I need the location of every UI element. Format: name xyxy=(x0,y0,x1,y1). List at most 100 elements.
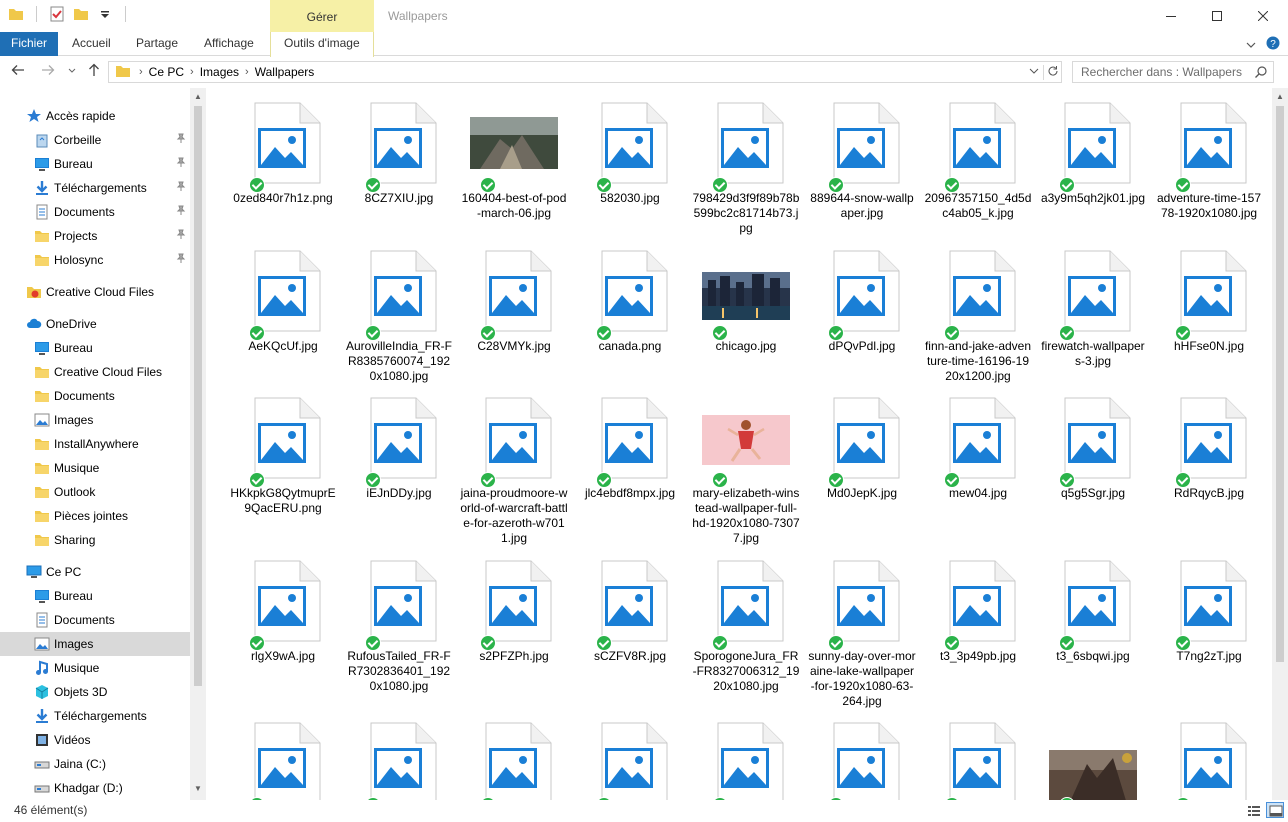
content-scrollbar[interactable]: ▲ xyxy=(1272,88,1288,800)
up-button[interactable] xyxy=(86,63,102,81)
sidebar-item-jaina-c[interactable]: Jaina (C:) xyxy=(0,752,190,776)
file-item[interactable]: 20967357150_4d5dc4ab05_k.jpg xyxy=(924,88,1032,236)
file-item[interactable]: rlgX9wA.jpg xyxy=(229,546,337,694)
file-item[interactable]: T7ng2zT.jpg xyxy=(1155,546,1263,694)
sidebar-item-bureau[interactable]: Bureau xyxy=(0,584,190,608)
pin-icon[interactable] xyxy=(176,157,186,170)
sidebar-item-images[interactable]: Images xyxy=(0,408,190,432)
sidebar-item-sharing[interactable]: Sharing xyxy=(0,528,190,552)
sidebar-item-bureau[interactable]: Bureau xyxy=(0,152,190,176)
tab-share[interactable]: Partage xyxy=(124,32,190,56)
file-item[interactable]: canada.png xyxy=(576,236,684,384)
file-item[interactable]: jlc4ebdf8mpx.jpg xyxy=(576,383,684,531)
file-item[interactable] xyxy=(576,708,684,800)
tab-home[interactable]: Accueil xyxy=(60,32,123,56)
address-bar[interactable]: › Ce PC › Images › Wallpapers xyxy=(108,61,1062,83)
file-item[interactable]: 8CZ7XIU.jpg xyxy=(345,88,453,236)
file-item[interactable]: AurovilleIndia_FR-FR8385760074_1920x1080… xyxy=(345,236,453,384)
file-item[interactable]: C28VMYk.jpg xyxy=(460,236,568,384)
minimize-button[interactable] xyxy=(1148,0,1194,32)
sidebar-item-projects[interactable]: Projects xyxy=(0,224,190,248)
sidebar-item-documents[interactable]: Documents xyxy=(0,200,190,224)
file-item[interactable]: hHFse0N.jpg xyxy=(1155,236,1263,384)
file-item[interactable] xyxy=(460,708,568,800)
search-icon[interactable] xyxy=(1254,65,1268,85)
file-item[interactable]: a3y9m5qh2jk01.jpg xyxy=(1039,88,1147,236)
sidebar-item-holosync[interactable]: Holosync xyxy=(0,248,190,272)
forward-button[interactable] xyxy=(40,63,56,81)
scroll-up-arrow-icon[interactable]: ▲ xyxy=(1275,92,1285,101)
file-item[interactable] xyxy=(692,708,800,800)
file-item[interactable]: adventure-time-15778-1920x1080.jpg xyxy=(1155,88,1263,236)
file-item[interactable]: iEJnDDy.jpg xyxy=(345,383,453,531)
sidebar-item-musique[interactable]: Musique xyxy=(0,456,190,480)
sidebar-item-t-l-chargements[interactable]: Téléchargements xyxy=(0,176,190,200)
sidebar-item-documents[interactable]: Documents xyxy=(0,384,190,408)
details-view-button[interactable] xyxy=(1244,802,1262,818)
file-item[interactable]: RdRqycB.jpg xyxy=(1155,383,1263,531)
file-item[interactable] xyxy=(1155,708,1263,800)
pin-icon[interactable] xyxy=(176,253,186,266)
file-item[interactable]: chicago.jpg xyxy=(692,236,800,384)
pin-icon[interactable] xyxy=(176,229,186,242)
file-item[interactable]: RufousTailed_FR-FR7302836401_1920x1080.j… xyxy=(345,546,453,694)
close-button[interactable] xyxy=(1240,0,1286,32)
breadcrumb-separator[interactable]: › xyxy=(245,66,249,78)
file-item[interactable]: firewatch-wallpapers-3.jpg xyxy=(1039,236,1147,384)
scroll-down-arrow-icon[interactable]: ▼ xyxy=(193,784,203,793)
help-icon[interactable]: ? xyxy=(1266,36,1280,53)
customize-toolbar-icon[interactable] xyxy=(97,6,113,22)
search-box[interactable]: Rechercher dans : Wallpapers xyxy=(1072,61,1274,83)
sidebar-item-ce-pc[interactable]: Ce PC xyxy=(0,560,190,584)
breadcrumb-separator[interactable]: › xyxy=(190,66,194,78)
scroll-up-arrow-icon[interactable]: ▲ xyxy=(193,92,203,101)
new-folder-icon[interactable] xyxy=(73,6,89,22)
file-item[interactable]: t3_3p49pb.jpg xyxy=(924,546,1032,694)
file-item[interactable]: 889644-snow-wallpaper.jpg xyxy=(808,88,916,236)
properties-icon[interactable] xyxy=(49,6,65,22)
pin-icon[interactable] xyxy=(176,133,186,146)
manage-contextual-tab[interactable]: Gérer xyxy=(270,0,374,32)
sidebar-item-bureau[interactable]: Bureau xyxy=(0,336,190,360)
breadcrumb-separator[interactable]: › xyxy=(139,66,143,78)
tab-view[interactable]: Affichage xyxy=(192,32,266,56)
maximize-button[interactable] xyxy=(1194,0,1240,32)
breadcrumb-wallpapers[interactable]: Wallpapers xyxy=(255,65,315,79)
pin-icon[interactable] xyxy=(176,181,186,194)
file-item[interactable]: 0zed840r7h1z.png xyxy=(229,88,337,236)
back-button[interactable] xyxy=(10,63,26,81)
sidebar-item-objets-3d[interactable]: Objets 3D xyxy=(0,680,190,704)
sidebar-item-onedrive[interactable]: OneDrive xyxy=(0,312,190,336)
sidebar-item-t-l-chargements[interactable]: Téléchargements xyxy=(0,704,190,728)
large-icons-view-button[interactable] xyxy=(1266,802,1284,818)
expand-ribbon-icon[interactable] xyxy=(1246,38,1256,52)
tab-file[interactable]: Fichier xyxy=(0,32,58,56)
sidebar-item-images[interactable]: Images xyxy=(0,632,190,656)
file-item[interactable]: t3_6sbqwi.jpg xyxy=(1039,546,1147,694)
refresh-icon[interactable] xyxy=(1043,64,1061,80)
file-item[interactable]: sCZFV8R.jpg xyxy=(576,546,684,694)
file-item[interactable] xyxy=(345,708,453,800)
file-item[interactable]: dPQvPdl.jpg xyxy=(808,236,916,384)
breadcrumb-ce-pc[interactable]: Ce PC xyxy=(149,65,184,79)
sidebar-item-installanywhere[interactable]: InstallAnywhere xyxy=(0,432,190,456)
file-item[interactable]: mew04.jpg xyxy=(924,383,1032,531)
file-item[interactable]: s2PFZPh.jpg xyxy=(460,546,568,694)
sidebar-item-musique[interactable]: Musique xyxy=(0,656,190,680)
file-item[interactable]: 582030.jpg xyxy=(576,88,684,236)
file-item[interactable]: Md0JepK.jpg xyxy=(808,383,916,531)
pin-icon[interactable] xyxy=(176,205,186,218)
search-input[interactable]: Rechercher dans : Wallpapers xyxy=(1081,65,1242,79)
file-item[interactable]: jaina-proudmoore-world-of-warcraft-battl… xyxy=(460,383,568,545)
sidebar-item-pi-ces-jointes[interactable]: Pièces jointes xyxy=(0,504,190,528)
file-item[interactable]: finn-and-jake-adventure-time-16196-1920x… xyxy=(924,236,1032,384)
sidebar-scroll-thumb[interactable] xyxy=(194,106,202,686)
sidebar-item-creative-cloud-files[interactable]: Creative Cloud Files xyxy=(0,360,190,384)
file-item[interactable]: 798429d3f9f89b78b599bc2c81714b73.jpg xyxy=(692,88,800,236)
sidebar-item-creative-cloud-files[interactable]: Creative Cloud Files xyxy=(0,280,190,304)
sidebar-item-outlook[interactable]: Outlook xyxy=(0,480,190,504)
sidebar-item-corbeille[interactable]: Corbeille xyxy=(0,128,190,152)
file-item[interactable]: HKkpkG8QytmuprE9QacERU.png xyxy=(229,383,337,531)
file-item[interactable] xyxy=(229,708,337,800)
sidebar-item-documents[interactable]: Documents xyxy=(0,608,190,632)
